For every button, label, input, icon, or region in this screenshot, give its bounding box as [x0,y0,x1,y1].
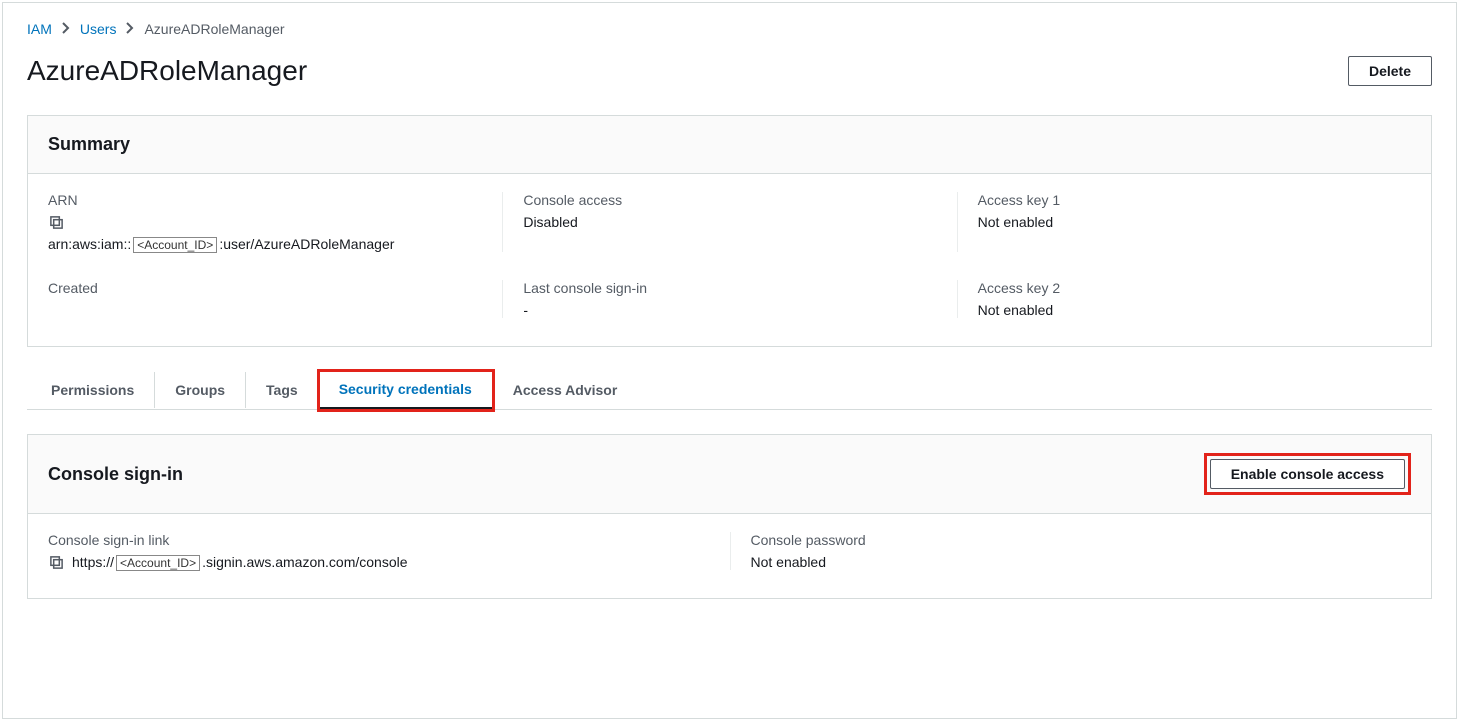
link-suffix: .signin.aws.amazon.com/console [202,554,407,570]
field-access-key-2: Access key 2 Not enabled [957,280,1411,318]
summary-body: ARN arn:aws:iam::<Account_ID>:user/Azure… [28,174,1431,346]
summary-panel: Summary ARN arn:aws:iam::<Account_ID> [27,115,1432,347]
delete-button[interactable]: Delete [1348,56,1432,86]
access-key-1-value: Not enabled [978,214,1391,230]
enable-console-access-button[interactable]: Enable console access [1210,459,1405,489]
breadcrumb-current: AzureADRoleManager [144,21,284,37]
console-signin-panel: Console sign-in Enable console access Co… [27,434,1432,599]
link-prefix: https:// [72,554,114,570]
tabs: Permissions Groups Tags Security credent… [27,371,1432,410]
access-key-2-value: Not enabled [978,302,1391,318]
summary-header: Summary [28,116,1431,174]
field-signin-link: Console sign-in link https://<Account_ID… [48,532,730,570]
console-password-value: Not enabled [751,554,1412,570]
iam-user-detail-page: IAM Users AzureADRoleManager AzureADRole… [2,2,1457,719]
access-key-1-label: Access key 1 [978,192,1391,208]
field-arn: ARN arn:aws:iam::<Account_ID>:user/Azure… [48,192,502,252]
access-key-2-label: Access key 2 [978,280,1391,296]
created-label: Created [48,280,482,296]
arn-value: arn:aws:iam::<Account_ID>:user/AzureADRo… [48,236,482,252]
copy-icon[interactable] [48,554,64,570]
breadcrumb-link-users[interactable]: Users [80,21,117,37]
summary-heading: Summary [48,134,130,155]
arn-account-placeholder: <Account_ID> [133,237,217,253]
arn-suffix: :user/AzureADRoleManager [219,236,394,252]
tab-access-advisor[interactable]: Access Advisor [493,372,638,408]
console-password-label: Console password [751,532,1412,548]
chevron-right-icon [126,21,134,37]
field-console-password: Console password Not enabled [730,532,1412,570]
field-created: Created [48,280,502,318]
signin-link-label: Console sign-in link [48,532,730,548]
field-last-signin: Last console sign-in - [502,280,956,318]
field-access-key-1: Access key 1 Not enabled [957,192,1411,252]
tab-security-credentials[interactable]: Security credentials [319,371,493,410]
last-signin-label: Last console sign-in [523,280,936,296]
breadcrumb-link-iam[interactable]: IAM [27,21,52,37]
copy-icon[interactable] [48,214,64,230]
console-access-label: Console access [523,192,936,208]
title-row: AzureADRoleManager Delete [27,55,1432,87]
chevron-right-icon [62,21,70,37]
breadcrumb: IAM Users AzureADRoleManager [27,21,1432,37]
console-signin-body: Console sign-in link https://<Account_ID… [28,514,1431,598]
page-title: AzureADRoleManager [27,55,307,87]
console-signin-header: Console sign-in Enable console access [28,435,1431,514]
tab-groups[interactable]: Groups [155,372,246,408]
field-console-access: Console access Disabled [502,192,956,252]
console-access-value: Disabled [523,214,936,230]
tab-permissions[interactable]: Permissions [31,372,155,408]
console-signin-heading: Console sign-in [48,464,183,485]
link-account-placeholder: <Account_ID> [116,555,200,571]
arn-prefix: arn:aws:iam:: [48,236,131,252]
last-signin-value: - [523,302,936,318]
signin-link-value: https://<Account_ID>.signin.aws.amazon.c… [72,554,408,570]
arn-label: ARN [48,192,482,208]
tab-tags[interactable]: Tags [246,372,319,408]
enable-console-highlight: Enable console access [1204,453,1411,495]
